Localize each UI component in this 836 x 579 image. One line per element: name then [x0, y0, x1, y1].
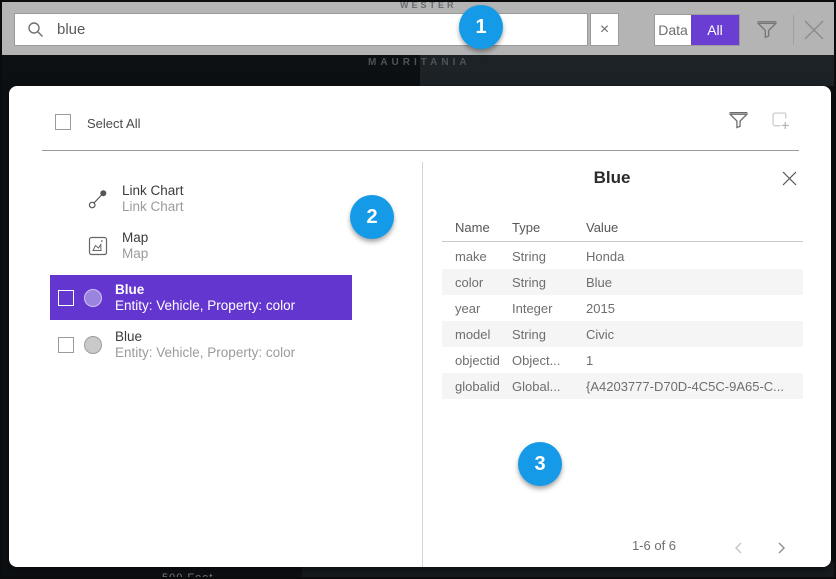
result-item-blue[interactable]: Blue Entity: Vehicle, Property: color	[50, 322, 352, 367]
filter-results-icon[interactable]	[728, 110, 749, 131]
cell-name: model	[442, 327, 512, 342]
map-icon	[88, 236, 108, 256]
table-row: color String Blue	[442, 269, 803, 295]
search-icon	[27, 21, 45, 39]
result-title: Link Chart	[122, 183, 184, 199]
add-to-selection-icon[interactable]	[772, 112, 790, 130]
map-label-behind-toolbar: WESTER	[400, 2, 457, 10]
column-header-type: Type	[512, 220, 586, 235]
table-row: year Integer 2015	[442, 295, 803, 321]
map-scale-label: 500 Feet	[162, 572, 213, 579]
cell-name: objectid	[442, 353, 512, 368]
property-table: make String Honda color String Blue year…	[442, 243, 803, 399]
panel-header-divider	[42, 150, 799, 151]
map-country-label: MAURITANIA	[368, 57, 471, 68]
result-item-blue-selected[interactable]: Blue Entity: Vehicle, Property: color	[50, 275, 352, 320]
toggle-option-all[interactable]: All	[691, 15, 739, 45]
link-chart-icon	[87, 188, 109, 210]
select-all-label: Select All	[87, 116, 140, 131]
search-toolbar: WESTER × Data All	[2, 2, 836, 55]
search-results-panel: Select All Link Chart Link	[9, 86, 831, 567]
cell-value: Honda	[586, 249, 803, 264]
entity-circle-icon	[84, 289, 102, 307]
cell-value: {A4203777-D70D-4C5C-9A65-C...	[586, 379, 803, 394]
cell-type: String	[512, 275, 586, 290]
close-detail-icon[interactable]	[781, 170, 798, 187]
cell-name: make	[442, 249, 512, 264]
next-page-icon[interactable]	[773, 540, 789, 556]
column-header-name: Name	[442, 220, 512, 235]
cell-type: Integer	[512, 301, 586, 316]
result-title: Blue	[115, 329, 295, 345]
table-row: globalid Global... {A4203777-D70D-4C5C-9…	[442, 373, 803, 399]
result-subtitle: Entity: Vehicle, Property: color	[115, 298, 295, 314]
result-subtitle: Link Chart	[122, 199, 184, 215]
pagination-label: 1-6 of 6	[609, 538, 699, 553]
data-all-toggle: Data All	[654, 14, 740, 46]
result-title: Blue	[115, 282, 295, 298]
close-search-icon[interactable]	[801, 17, 827, 43]
toolbar-divider	[793, 15, 794, 45]
panel-split-divider	[422, 162, 423, 567]
result-title: Map	[122, 230, 148, 246]
cell-name: globalid	[442, 379, 512, 394]
previous-page-icon[interactable]	[731, 540, 747, 556]
cell-value: Civic	[586, 327, 803, 342]
select-all-checkbox[interactable]	[55, 114, 71, 130]
cell-value: Blue	[586, 275, 803, 290]
cell-type: String	[512, 249, 586, 264]
cell-name: year	[442, 301, 512, 316]
cell-name: color	[442, 275, 512, 290]
result-subtitle: Entity: Vehicle, Property: color	[115, 345, 295, 361]
result-item-link-chart[interactable]: Link Chart Link Chart	[50, 176, 352, 221]
app-window: MAURITANIA 500 Feet WESTER × Data All	[0, 0, 836, 579]
table-row: model String Civic	[442, 321, 803, 347]
property-table-header: Name Type Value	[442, 220, 803, 235]
callout-badge-1: 1	[459, 5, 503, 49]
table-header-divider	[442, 241, 803, 242]
result-subtitle: Map	[122, 246, 148, 262]
cell-value: 2015	[586, 301, 803, 316]
filter-icon[interactable]	[756, 19, 778, 41]
result-checkbox[interactable]	[58, 290, 74, 306]
result-checkbox[interactable]	[58, 337, 74, 353]
toggle-option-data[interactable]: Data	[655, 15, 691, 45]
cell-type: Object...	[512, 353, 586, 368]
detail-title: Blue	[442, 168, 782, 188]
result-item-map[interactable]: Map Map	[50, 223, 352, 268]
cell-type: String	[512, 327, 586, 342]
table-row: objectid Object... 1	[442, 347, 803, 373]
cell-value: 1	[586, 353, 803, 368]
cell-type: Global...	[512, 379, 586, 394]
entity-circle-icon	[84, 336, 102, 354]
callout-badge-2: 2	[350, 195, 394, 239]
table-row: make String Honda	[442, 243, 803, 269]
column-header-value: Value	[586, 220, 803, 235]
search-input[interactable]	[57, 21, 587, 38]
clear-search-button[interactable]: ×	[590, 13, 619, 46]
callout-badge-3: 3	[518, 442, 562, 486]
